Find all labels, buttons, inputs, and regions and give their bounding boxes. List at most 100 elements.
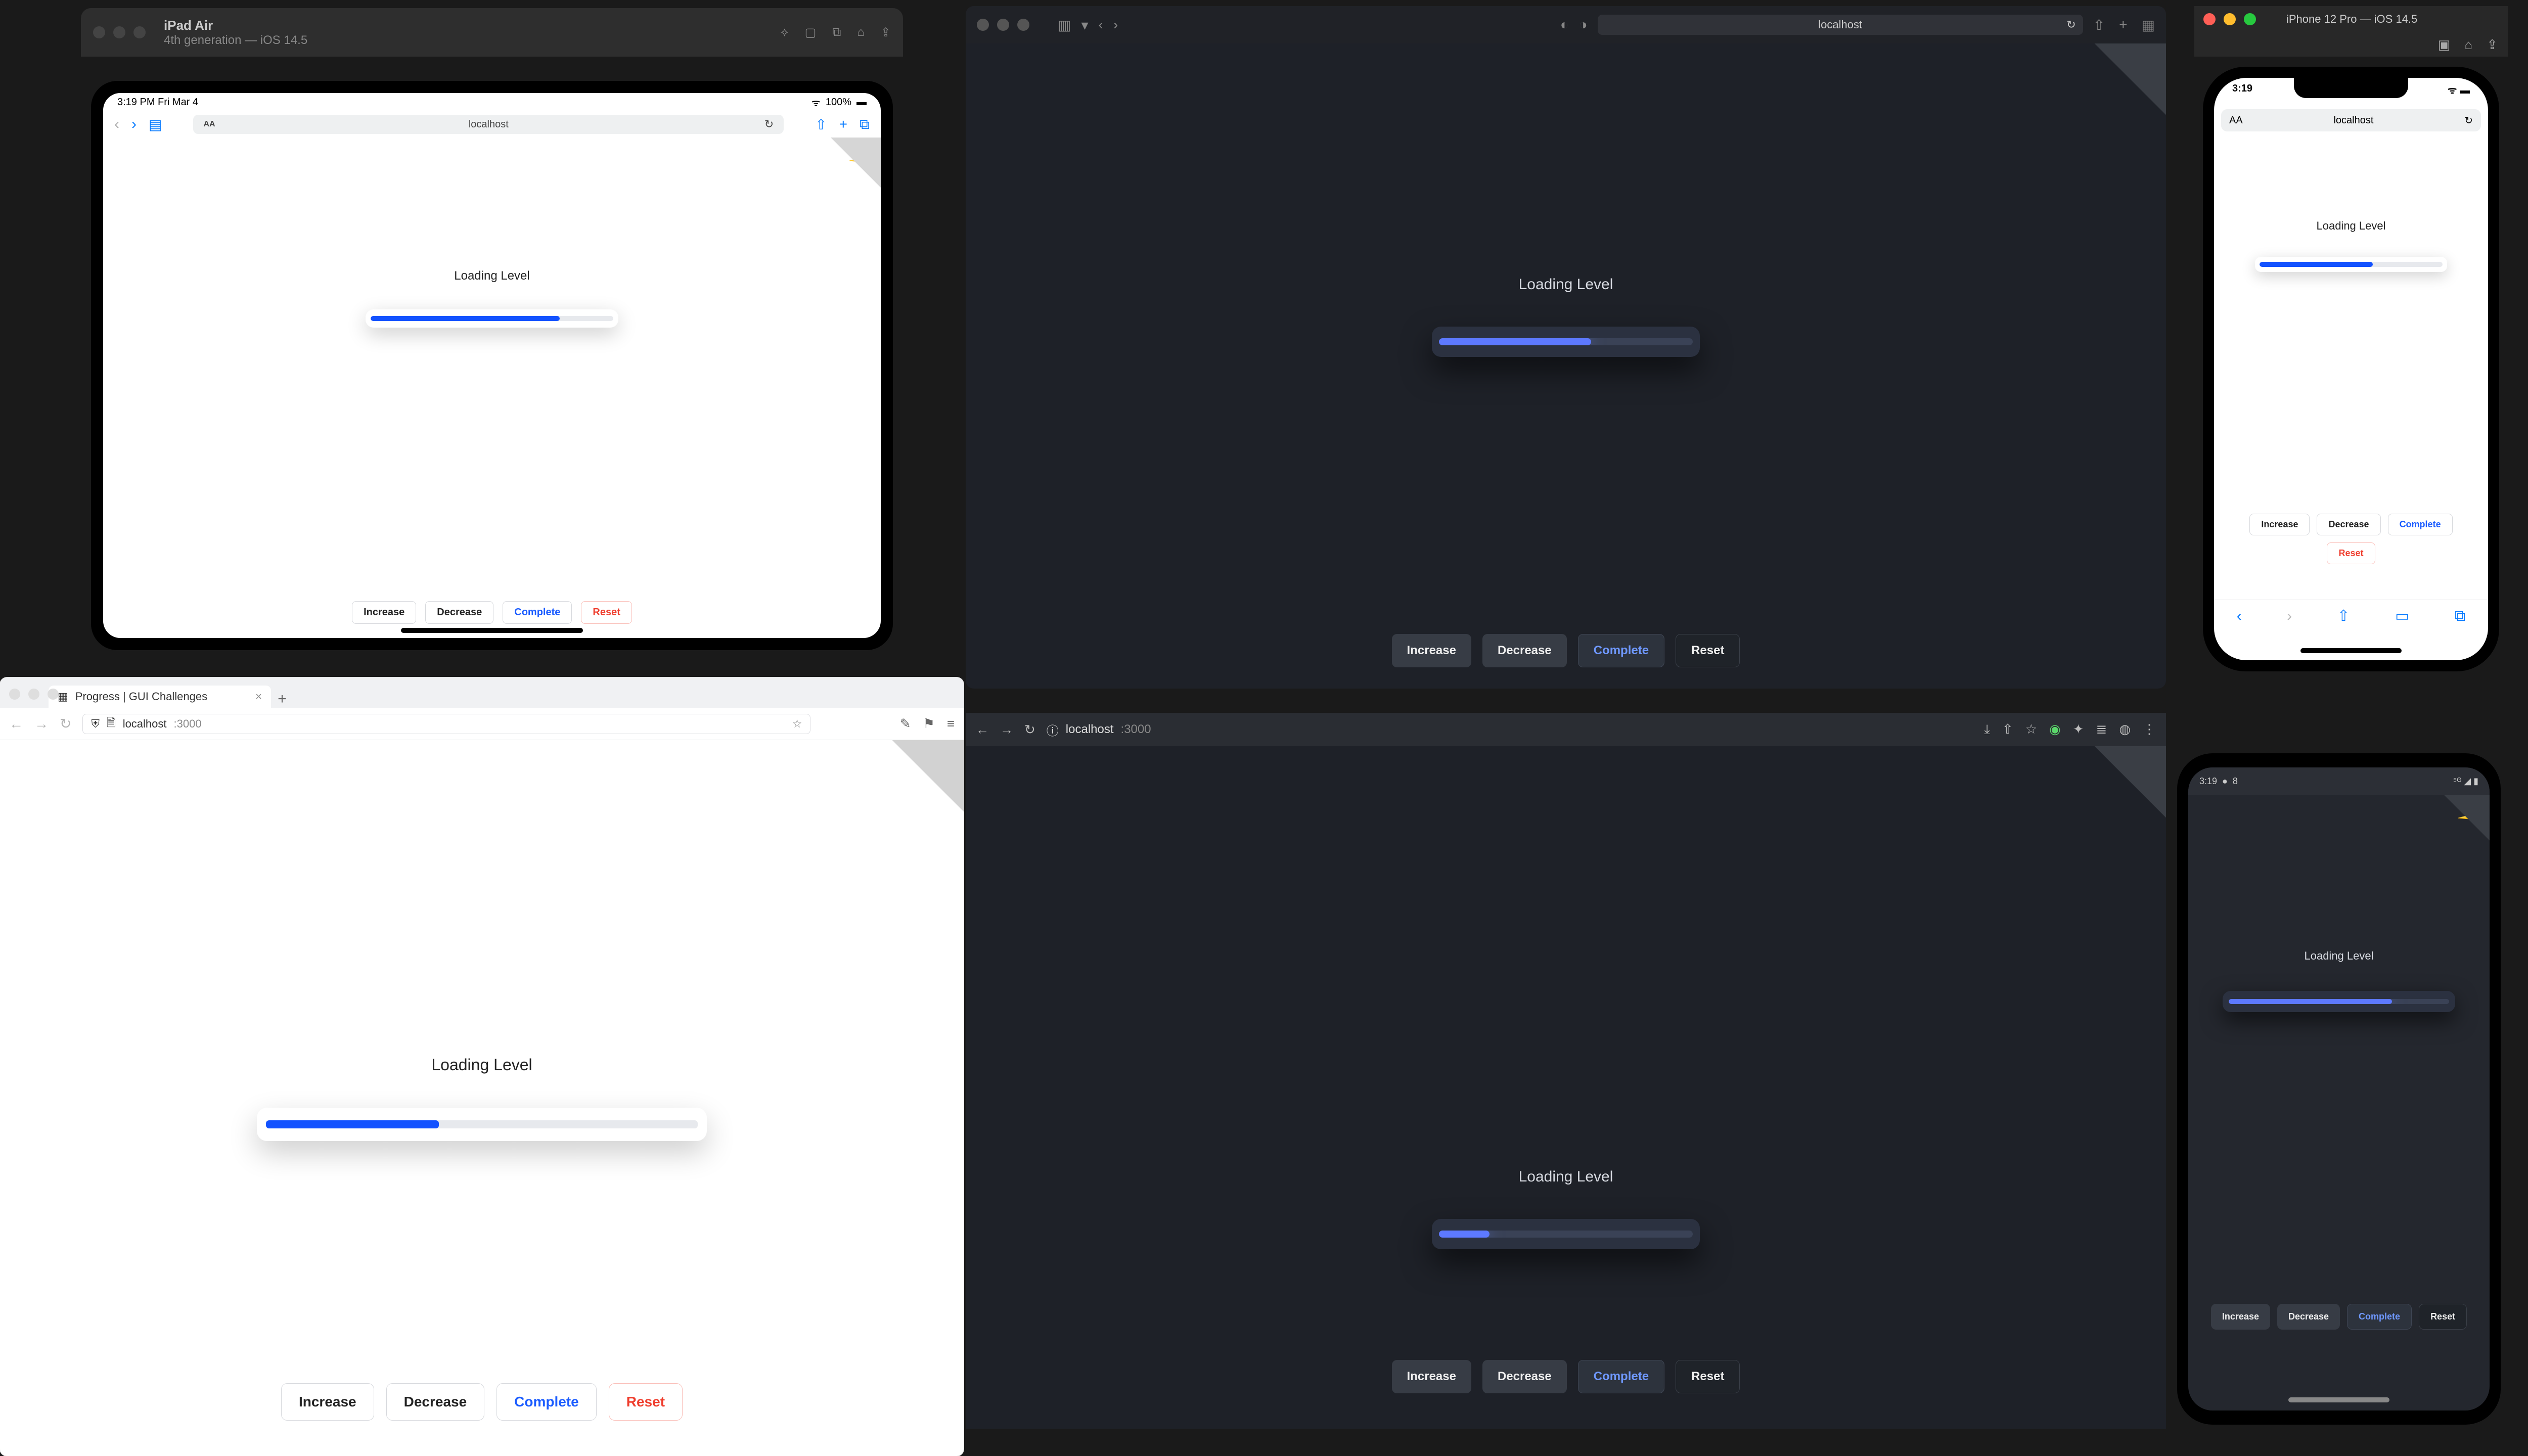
external-icon[interactable]: ⇪ xyxy=(2487,37,2498,53)
address-bar[interactable]: localhost ↻ xyxy=(1598,15,2083,35)
install-icon[interactable]: ⤓ xyxy=(1984,721,1990,738)
traffic-lights[interactable] xyxy=(93,26,146,38)
extension2-icon[interactable]: ⚑ xyxy=(923,716,935,732)
bookmark-star-icon[interactable]: ☆ xyxy=(2025,721,2037,738)
menu-icon[interactable]: ⋮ xyxy=(2143,721,2156,738)
back-button[interactable]: ‹ xyxy=(2237,608,2242,625)
reload-icon[interactable]: ↻ xyxy=(2066,18,2075,31)
list-icon[interactable]: ≣ xyxy=(2096,721,2107,738)
extension-icon[interactable]: ◉ xyxy=(2049,721,2061,738)
reset-button[interactable]: Reset xyxy=(1676,634,1740,667)
address-bar[interactable]: ⓘ localhost:3000 xyxy=(1047,721,1906,739)
forward-button[interactable]: → xyxy=(1000,722,1013,738)
forward-button[interactable]: → xyxy=(34,716,49,732)
complete-button[interactable]: Complete xyxy=(503,601,572,624)
home-icon[interactable]: ⌂ xyxy=(857,25,865,40)
reset-button[interactable]: Reset xyxy=(2419,1304,2467,1330)
progress-fill xyxy=(2229,999,2392,1004)
ipad-device-name: iPad Air xyxy=(164,18,781,33)
address-bar[interactable]: AA localhost ↻ xyxy=(193,115,784,134)
complete-button[interactable]: Complete xyxy=(1578,1360,1664,1393)
newtab-button[interactable]: + xyxy=(271,691,293,708)
complete-button[interactable]: Complete xyxy=(1578,634,1664,667)
decrease-button[interactable]: Decrease xyxy=(2277,1304,2340,1330)
decrease-button[interactable]: Decrease xyxy=(1482,1360,1567,1393)
decrease-button[interactable]: Decrease xyxy=(425,601,493,624)
forward-button[interactable]: › xyxy=(2287,608,2292,625)
reader-aa-icon[interactable]: AA xyxy=(2229,115,2243,126)
tabs-icon[interactable]: ▦ xyxy=(2142,17,2155,33)
home-indicator[interactable] xyxy=(2300,648,2402,653)
share-icon[interactable]: ⇧ xyxy=(2337,607,2350,625)
decrease-button[interactable]: Decrease xyxy=(2317,514,2380,535)
visbug-corner[interactable]: ⚡ xyxy=(878,740,964,826)
traffic-lights[interactable] xyxy=(977,19,1029,31)
share-icon[interactable]: ⇧ xyxy=(2093,17,2105,33)
gesture-bar[interactable] xyxy=(2288,1397,2389,1402)
home-icon[interactable]: ⌂ xyxy=(2464,37,2472,53)
share-icon[interactable]: ⇧ xyxy=(815,116,827,133)
extension-icon[interactable]: ✎ xyxy=(900,716,911,732)
screenshot-icon[interactable]: ▢ xyxy=(805,25,817,40)
external-icon[interactable]: ⇪ xyxy=(881,25,891,40)
visbug-corner[interactable]: ⚡ xyxy=(2080,43,2166,129)
back-button[interactable]: ← xyxy=(976,722,989,738)
profile-icon[interactable]: ◍ xyxy=(2119,721,2131,738)
traffic-lights[interactable] xyxy=(2203,13,2256,25)
shield-icon[interactable]: ◐ xyxy=(1560,17,1569,33)
reset-button[interactable]: Reset xyxy=(1676,1360,1740,1393)
appearance-icon[interactable]: ◑ xyxy=(1579,17,1588,33)
dropdown-icon[interactable]: ▾ xyxy=(1081,17,1088,33)
newtab-icon[interactable]: + xyxy=(839,116,847,132)
reset-button[interactable]: Reset xyxy=(2327,542,2375,564)
increase-button[interactable]: Increase xyxy=(1392,1360,1471,1393)
tabs-icon[interactable]: ⧉ xyxy=(860,116,870,133)
newtab-icon[interactable]: + xyxy=(2119,17,2127,33)
increase-button[interactable]: Increase xyxy=(281,1383,374,1421)
traffic-lights[interactable] xyxy=(9,689,59,700)
lock-icon[interactable]: 🗎 xyxy=(107,714,116,734)
increase-button[interactable]: Increase xyxy=(2249,514,2310,535)
complete-button[interactable]: Complete xyxy=(2347,1304,2412,1330)
pointer-icon[interactable]: ⟡ xyxy=(781,25,789,40)
bookmark-star-icon[interactable]: ☆ xyxy=(792,717,802,731)
tabs-icon[interactable]: ⧉ xyxy=(2455,608,2465,625)
visbug-corner[interactable]: ⚡ xyxy=(2080,746,2166,832)
sidebar-icon[interactable]: ▥ xyxy=(1058,17,1071,33)
address-bar[interactable]: ⛨ 🗎 localhost:3000 ☆ xyxy=(82,714,810,734)
shield-icon[interactable]: ⛨ xyxy=(91,717,100,731)
address-bar[interactable]: AA localhost ↻ xyxy=(2221,109,2481,131)
hamburger-icon[interactable]: ≡ xyxy=(947,716,955,732)
reload-icon[interactable]: ↻ xyxy=(2464,114,2473,127)
increase-button[interactable]: Increase xyxy=(352,601,416,624)
reload-icon[interactable]: ↻ xyxy=(60,715,71,732)
reader-aa-icon[interactable]: AA xyxy=(203,120,215,129)
record-icon[interactable]: ⧉ xyxy=(832,25,841,40)
screenshot-icon[interactable]: ▣ xyxy=(2438,37,2451,53)
visbug-corner[interactable]: ⚡ xyxy=(2439,795,2490,845)
home-indicator[interactable] xyxy=(401,628,583,633)
complete-button[interactable]: Complete xyxy=(2388,514,2453,535)
decrease-button[interactable]: Decrease xyxy=(386,1383,485,1421)
reload-icon[interactable]: ↻ xyxy=(764,118,774,131)
back-button[interactable]: ‹ xyxy=(1099,17,1103,33)
tab-active[interactable]: ▦ Progress | GUI Challenges × xyxy=(49,686,271,708)
reset-button[interactable]: Reset xyxy=(581,601,631,624)
reload-icon[interactable]: ↻ xyxy=(1024,722,1035,738)
bookmarks-icon[interactable]: ▭ xyxy=(2395,607,2409,625)
forward-button[interactable]: › xyxy=(1113,17,1118,33)
close-tab-icon[interactable]: × xyxy=(255,690,262,703)
decrease-button[interactable]: Decrease xyxy=(1482,634,1567,667)
increase-button[interactable]: Increase xyxy=(2211,1304,2270,1330)
sidebar-icon[interactable]: ▤ xyxy=(149,116,162,133)
share-icon[interactable]: ⇧ xyxy=(2002,721,2013,738)
safari-titlebar: ▥ ▾ ‹ › ◐ ◑ localhost ↻ ⇧ + ▦ xyxy=(966,6,2166,43)
back-button[interactable]: ← xyxy=(9,716,23,732)
reset-button[interactable]: Reset xyxy=(609,1383,683,1421)
back-button[interactable]: ‹ xyxy=(114,116,119,133)
forward-button[interactable]: › xyxy=(131,116,137,133)
complete-button[interactable]: Complete xyxy=(496,1383,597,1421)
extensions-puzzle-icon[interactable]: ✦ xyxy=(2073,721,2084,738)
info-icon[interactable]: ⓘ xyxy=(1047,721,1059,739)
increase-button[interactable]: Increase xyxy=(1392,634,1471,667)
